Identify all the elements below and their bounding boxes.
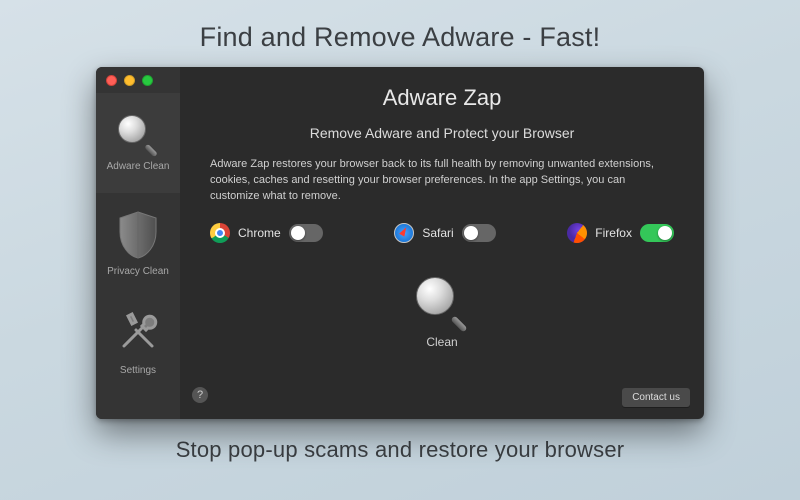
safari-icon [394, 223, 414, 243]
promo-headline: Find and Remove Adware - Fast! [200, 22, 601, 53]
browser-label: Chrome [238, 226, 281, 240]
magnifier-icon [416, 277, 468, 329]
help-button[interactable]: ? [192, 387, 208, 403]
promo-tagline: Stop pop-up scams and restore your brows… [176, 437, 625, 463]
maximize-icon[interactable] [142, 75, 153, 86]
firefox-icon [567, 223, 587, 243]
sidebar-item-label: Privacy Clean [107, 266, 169, 277]
sidebar-item-adware-clean[interactable]: Adware Clean [96, 93, 180, 193]
main-content: Adware Zap Remove Adware and Protect you… [180, 67, 704, 419]
browser-safari: Safari [394, 223, 495, 243]
chrome-toggle[interactable] [289, 224, 323, 242]
contact-us-button[interactable]: Contact us [622, 388, 690, 407]
app-window: Adware Clean Privacy Clean Settings Adwa… [96, 67, 704, 419]
chrome-icon [210, 223, 230, 243]
clean-button-label: Clean [426, 335, 457, 349]
sidebar-item-privacy-clean[interactable]: Privacy Clean [96, 193, 180, 293]
minimize-icon[interactable] [124, 75, 135, 86]
safari-toggle[interactable] [462, 224, 496, 242]
browser-label: Firefox [595, 226, 632, 240]
clean-action[interactable]: Clean [416, 277, 468, 349]
page-subtitle: Remove Adware and Protect your Browser [310, 125, 575, 141]
browser-firefox: Firefox [567, 223, 674, 243]
browser-chrome: Chrome [210, 223, 323, 243]
browser-toggle-row: Chrome Safari Firefox [202, 223, 682, 243]
shield-icon [116, 210, 160, 260]
sidebar-item-label: Settings [120, 365, 156, 376]
app-title: Adware Zap [383, 85, 502, 111]
sidebar-item-settings[interactable]: Settings [96, 293, 180, 393]
tools-icon [116, 310, 160, 359]
browser-label: Safari [422, 226, 453, 240]
firefox-toggle[interactable] [640, 224, 674, 242]
description-text: Adware Zap restores your browser back to… [202, 157, 682, 205]
window-controls [106, 75, 153, 86]
close-icon[interactable] [106, 75, 117, 86]
sidebar: Adware Clean Privacy Clean Settings [96, 67, 180, 419]
magnifier-icon [118, 115, 158, 155]
sidebar-item-label: Adware Clean [107, 161, 170, 172]
